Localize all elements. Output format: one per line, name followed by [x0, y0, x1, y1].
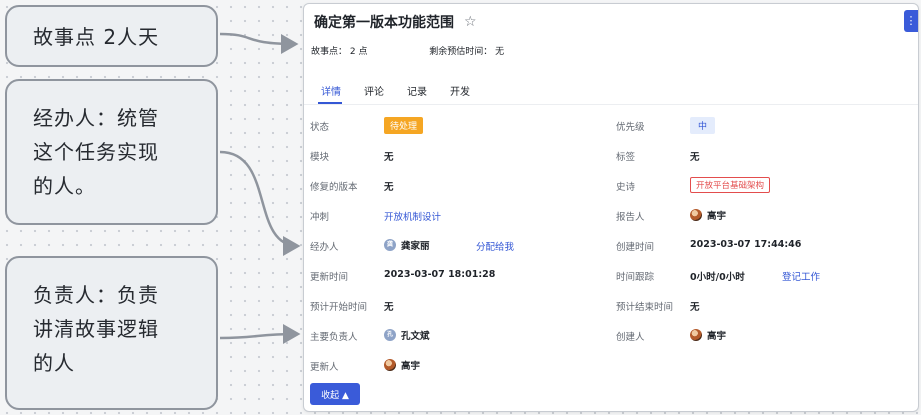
tab-comments[interactable]: 评论 — [364, 83, 384, 98]
assignee-label: 经办人 — [310, 242, 339, 253]
fix-version-label: 修复的版本 — [310, 182, 358, 193]
owner-name: 孔文斌 — [401, 331, 430, 342]
epic-label: 史诗 — [616, 182, 636, 193]
status-value[interactable]: 待处理 — [384, 117, 424, 134]
time-tracking-label: 时间跟踪 — [616, 272, 655, 283]
reporter-value[interactable]: 高宇 — [690, 208, 726, 222]
issue-title: 确定第一版本功能范围 — [314, 15, 454, 31]
assignee-value[interactable]: 龚龚家丽 — [384, 238, 430, 252]
status-label: 状态 — [310, 122, 330, 133]
reporter-name: 高宇 — [707, 211, 727, 222]
tab-development[interactable]: 开发 — [450, 83, 470, 98]
labels-value[interactable]: 无 — [690, 149, 700, 163]
created-time-label: 创建时间 — [616, 242, 655, 253]
priority-value[interactable]: 中 — [690, 117, 716, 134]
epic-value[interactable]: 开放平台基础架构 — [690, 177, 771, 193]
updated-time-label: 更新时间 — [310, 272, 349, 283]
story-points-value: 2 点 — [349, 47, 368, 57]
updater-name: 高宇 — [401, 361, 421, 372]
updated-time-value: 2023-03-07 18:01:28 — [384, 269, 496, 280]
assignee-name: 龚家丽 — [401, 241, 430, 252]
module-value[interactable]: 无 — [384, 149, 394, 163]
arrow-assignee — [219, 150, 301, 256]
tab-bar: 详情 评论 记录 开发 — [304, 78, 918, 105]
updater-avatar — [384, 359, 396, 371]
log-work-link[interactable]: 登记工作 — [782, 269, 820, 283]
start-date-label: 预计开始时间 — [310, 302, 368, 313]
priority-label: 优先级 — [616, 122, 645, 133]
tab-history[interactable]: 记录 — [407, 83, 427, 98]
more-icon[interactable]: ⋮ — [904, 10, 918, 32]
assign-to-me-link[interactable]: 分配给我 — [476, 239, 514, 253]
issue-detail-card: 确定第一版本功能范围 ☆ ⋮ 故事点： 2 点 剩余预估时间： 无 详情 评论 … — [303, 3, 919, 412]
status-tag[interactable]: 待处理 — [384, 117, 424, 134]
labels-label: 标签 — [616, 152, 636, 163]
creator-avatar — [690, 329, 702, 341]
priority-tag[interactable]: 中 — [690, 117, 716, 134]
creator-value: 高宇 — [690, 328, 726, 342]
creator-label: 创建人 — [616, 332, 645, 343]
remaining-estimate-value: 无 — [495, 47, 505, 57]
end-date-label: 预计结束时间 — [616, 302, 674, 313]
epic-tag[interactable]: 开放平台基础架构 — [690, 177, 771, 193]
owner-value[interactable]: 孔孔文斌 — [384, 328, 430, 342]
assignee-avatar: 龚 — [384, 239, 396, 251]
remaining-estimate-label: 剩余预估时间： — [429, 47, 493, 57]
reporter-avatar — [690, 209, 702, 221]
arrow-story-points — [219, 32, 299, 54]
updater-label: 更新人 — [310, 362, 339, 373]
start-date-value[interactable]: 无 — [384, 299, 394, 313]
star-icon[interactable]: ☆ — [464, 14, 477, 30]
fix-version-value[interactable]: 无 — [384, 179, 394, 193]
meta-row: 故事点： 2 点 剩余预估时间： 无 — [311, 44, 504, 57]
module-label: 模块 — [310, 152, 330, 163]
time-tracking-value: 0小时/0小时 — [690, 272, 745, 283]
story-points-label: 故事点： — [311, 47, 348, 57]
tab-details[interactable]: 详情 — [321, 83, 341, 98]
sprint-label: 冲刺 — [310, 212, 330, 223]
sprint-link[interactable]: 开放机制设计 — [384, 209, 441, 223]
end-date-value[interactable]: 无 — [690, 299, 700, 313]
created-time-value: 2023-03-07 17:44:46 — [690, 239, 802, 250]
title-row: 确定第一版本功能范围 ☆ — [314, 12, 477, 32]
updater-value: 高宇 — [384, 358, 420, 372]
reporter-label: 报告人 — [616, 212, 645, 223]
owner-avatar: 孔 — [384, 329, 396, 341]
creator-name: 高宇 — [707, 331, 727, 342]
owner-label: 主要负责人 — [310, 332, 358, 343]
active-tab-indicator — [318, 102, 342, 104]
collapse-button[interactable]: 收起 ▲ — [310, 383, 360, 405]
arrow-owner — [219, 324, 301, 345]
